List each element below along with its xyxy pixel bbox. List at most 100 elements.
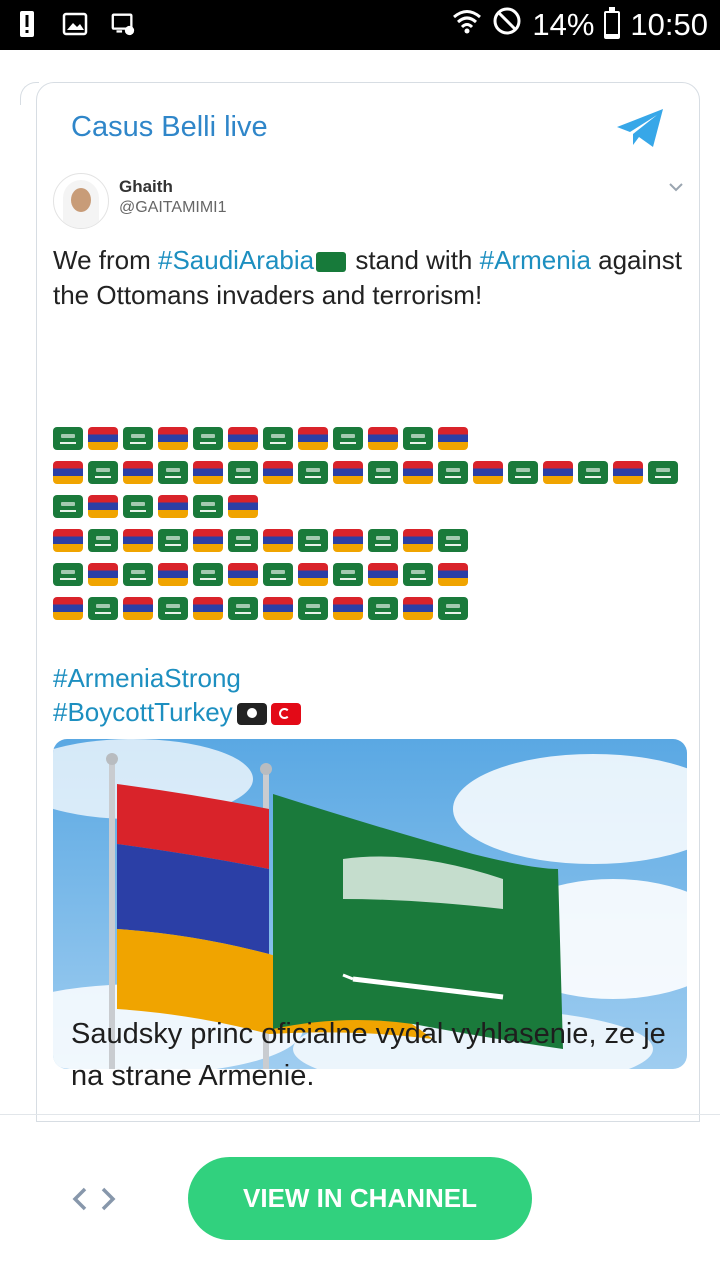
message-caption: Saudsky princ oficialne vydal vyhlasenie… xyxy=(71,1018,666,1092)
bottom-divider xyxy=(0,1114,720,1115)
flag-emoji-row xyxy=(53,495,678,518)
armenia-flag-icon xyxy=(123,461,153,484)
saudi-flag-icon xyxy=(298,529,328,552)
telegram-icon[interactable] xyxy=(613,105,669,153)
saudi-flag-icon xyxy=(438,597,468,620)
saudi-flag-icon xyxy=(403,563,433,586)
armenia-flag-icon xyxy=(298,427,328,450)
saudi-flag-icon xyxy=(333,563,363,586)
tweet-text-part: stand with xyxy=(348,245,480,275)
armenia-flag-icon xyxy=(193,597,223,620)
saudi-flag-icon xyxy=(123,563,153,586)
saudi-flag-icon xyxy=(298,461,328,484)
saudi-flag-icon xyxy=(368,461,398,484)
saudi-flag-icon xyxy=(298,597,328,620)
saudi-flag-icon xyxy=(578,461,608,484)
armenia-flag-icon xyxy=(368,427,398,450)
armenia-flag-icon xyxy=(263,529,293,552)
saudi-flag-icon xyxy=(333,427,363,450)
armenia-flag-icon xyxy=(438,427,468,450)
hashtag-saudiarabia: #SaudiArabia xyxy=(157,245,315,275)
saudi-flag-icon xyxy=(403,427,433,450)
hashtag-armenia: #Armenia xyxy=(479,245,591,275)
armenia-flag-icon xyxy=(158,495,188,518)
saudi-flag-icon xyxy=(158,529,188,552)
armenia-flag-icon xyxy=(333,597,363,620)
armenia-flag-icon xyxy=(543,461,573,484)
status-bar: 14% 10:50 xyxy=(0,0,720,50)
tweet-author-handle: @GAITAMIMI1 xyxy=(119,199,227,216)
battery-icon xyxy=(604,7,621,39)
hashtag-boycottturkey: #BoycottTurkey xyxy=(53,697,233,727)
armenia-flag-icon xyxy=(473,461,503,484)
flag-emoji-row xyxy=(53,461,678,484)
armenia-flag-icon xyxy=(88,563,118,586)
saudi-flag-icon xyxy=(88,461,118,484)
flag-emoji-row xyxy=(53,597,678,620)
armenia-flag-icon xyxy=(88,495,118,518)
alert-icon xyxy=(14,9,40,39)
armenia-flag-icon xyxy=(193,461,223,484)
flag-emoji-row xyxy=(53,427,678,450)
code-icon[interactable] xyxy=(70,1182,118,1216)
hashtag-armeniastrong: #ArmeniaStrong xyxy=(53,663,241,693)
do-not-disturb-icon xyxy=(492,6,522,44)
armenia-flag-icon xyxy=(403,597,433,620)
armenia-flag-icon xyxy=(298,563,328,586)
tweet-text-part: We from xyxy=(53,245,158,275)
saudi-flag-icon xyxy=(368,597,398,620)
battery-percent: 14% xyxy=(532,7,595,42)
saudi-flag-icon xyxy=(53,427,83,450)
status-left-icons xyxy=(14,9,136,39)
saudi-flag-icon xyxy=(53,563,83,586)
turkey-flag-icon xyxy=(270,703,301,726)
saudi-flag-icon xyxy=(88,529,118,552)
view-in-channel-button[interactable]: VIEW IN CHANNEL xyxy=(188,1157,532,1240)
saudi-flag-icon xyxy=(648,461,678,484)
saudi-flag-icon xyxy=(193,495,223,518)
armenia-flag-icon xyxy=(88,427,118,450)
armenia-flag-icon xyxy=(263,597,293,620)
channel-title[interactable]: Casus Belli live xyxy=(71,111,268,144)
flag-emoji-grid xyxy=(53,427,678,631)
saudi-flag-icon xyxy=(438,461,468,484)
armenia-flag-icon xyxy=(228,427,258,450)
armenia-flag-icon xyxy=(403,529,433,552)
image-icon xyxy=(62,9,88,39)
armenia-flag-icon xyxy=(123,597,153,620)
saudi-flag-icon xyxy=(228,597,258,620)
armenia-flag-icon xyxy=(53,597,83,620)
clock: 10:50 xyxy=(630,7,708,42)
armenia-flag-icon xyxy=(53,529,83,552)
armenia-flag-icon xyxy=(333,461,363,484)
saudi-flag-icon xyxy=(368,529,398,552)
chevron-down-icon xyxy=(669,179,683,195)
flag-emoji-row xyxy=(53,529,678,552)
armenia-flag-icon xyxy=(193,529,223,552)
saudi-flag-icon xyxy=(438,529,468,552)
flag-emoji-row xyxy=(53,563,678,586)
armenia-flag-icon xyxy=(228,495,258,518)
cast-icon xyxy=(110,9,136,39)
wifi-icon xyxy=(452,6,482,44)
armenia-flag-icon xyxy=(228,563,258,586)
tweet-text: We from #SaudiArabia stand with #Armenia… xyxy=(53,243,687,313)
saudi-flag-icon xyxy=(228,461,258,484)
tweet-author-name: Ghaith xyxy=(119,177,173,196)
armenia-flag-icon xyxy=(438,563,468,586)
armenia-flag-icon xyxy=(613,461,643,484)
avatar xyxy=(53,173,109,229)
channel-message-card[interactable]: Casus Belli live Ghaith @GAITAMIMI1 We f… xyxy=(36,82,700,1122)
armenia-flag-icon xyxy=(158,563,188,586)
armenia-flag-icon xyxy=(403,461,433,484)
armenia-flag-icon xyxy=(263,461,293,484)
tweet-hashtags: #ArmeniaStrong #BoycottTurkey xyxy=(53,661,301,729)
hashtag-line-2: #BoycottTurkey xyxy=(53,695,301,729)
armenia-flag-icon xyxy=(53,461,83,484)
armenia-flag-icon xyxy=(368,563,398,586)
tweet-screenshot[interactable]: Ghaith @GAITAMIMI1 We from #SaudiArabia … xyxy=(51,163,687,1069)
status-right: 14% 10:50 xyxy=(452,6,708,44)
saudi-flag-icon xyxy=(53,495,83,518)
saudi-flag-icon xyxy=(316,252,347,273)
saudi-flag-icon xyxy=(508,461,538,484)
